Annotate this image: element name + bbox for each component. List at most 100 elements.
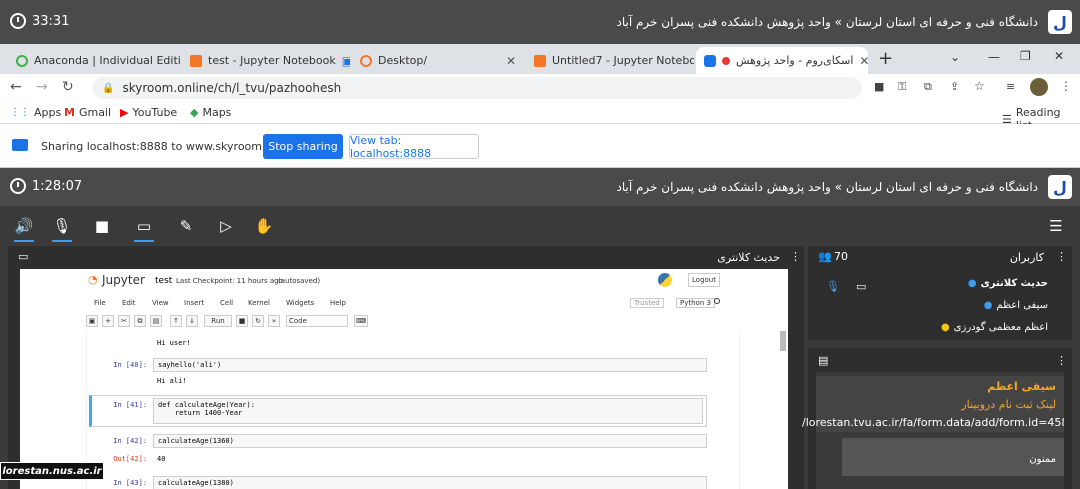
panel-menu-icon[interactable]: ⋮	[1056, 354, 1067, 367]
kernel-indicator: Python 3	[676, 298, 715, 308]
jupyter-logo-icon: ◔	[88, 273, 98, 286]
menu-kernel[interactable]: Kernel	[248, 299, 270, 307]
forward-icon[interactable]: →	[36, 79, 48, 95]
apps-grid-icon: ⋮⋮	[10, 107, 30, 118]
panel-menu-icon[interactable]: ⋮	[1056, 250, 1067, 263]
chat-message: سیفی اعظم لینک ثبت نام دروبینار /loresta…	[802, 376, 1064, 432]
chat-icon: ▤	[818, 354, 829, 367]
reload-icon[interactable]: ↻	[62, 79, 74, 95]
hamburger-menu-icon[interactable]: ☰	[1046, 216, 1066, 236]
key-icon[interactable]: ⚿	[898, 80, 906, 94]
anaconda-icon	[16, 54, 28, 67]
logout-button[interactable]: Logout	[688, 273, 720, 287]
brush-icon[interactable]: ✎	[176, 216, 196, 236]
code-cell[interactable]: calculateAge(1380)	[153, 476, 707, 489]
cell-type-select[interactable]: Code	[286, 315, 348, 327]
stop-sharing-button[interactable]: Stop sharing	[263, 134, 343, 159]
jupyter-toolbar: ▣ + ✂ ⧉ ▤ ↑ ↓ Run ■ ↻ » Code ⌨	[86, 315, 740, 329]
tab-untitled7[interactable]: Untitled7 - Jupyter Notebook✕	[526, 47, 694, 74]
code-cell[interactable]: sayhello('ali')	[153, 358, 707, 372]
code-cell[interactable]: def calculateAge(Year): return 1400-Year	[153, 398, 703, 424]
menu-cell[interactable]: Cell	[220, 299, 233, 307]
session-timer: 33:31	[10, 13, 69, 29]
notebook-name[interactable]: test	[155, 276, 172, 286]
university-logo-icon: ل	[1048, 10, 1072, 34]
video-camera-icon[interactable]: ■	[92, 216, 112, 236]
session-timer: 1:28:07	[10, 178, 82, 194]
view-tab-button[interactable]: View tab: localhost:8888	[349, 134, 479, 160]
panel-menu-icon[interactable]: ⋮	[790, 250, 801, 263]
menu-widgets[interactable]: Widgets	[286, 299, 314, 307]
media-icon[interactable]: ≡	[1006, 80, 1015, 93]
tab-label: Anaconda | Individual Edition	[34, 54, 180, 67]
user-item[interactable]: سیفی اعظم ●	[984, 300, 1048, 311]
camera-icon[interactable]: ■	[874, 80, 884, 93]
user-icon: ●	[967, 278, 977, 289]
menu-file[interactable]: File	[94, 299, 106, 307]
menu-insert[interactable]: Insert	[184, 299, 204, 307]
run-button[interactable]: Run	[204, 315, 232, 327]
speaker-icon[interactable]: 🔊	[14, 216, 34, 242]
chat-text: لینک ثبت نام دروبینار	[961, 398, 1056, 411]
bookmarks-bar: ⋮⋮Apps MGmail ▶YouTube ◆Maps ☰Reading li…	[0, 102, 1080, 132]
translate-icon[interactable]: ⧉	[924, 80, 932, 94]
add-cell-icon[interactable]: +	[102, 315, 114, 327]
tab-skyroom[interactable]: اسکای‌روم - واحد پژوهش ✕	[696, 47, 868, 74]
scrollbar[interactable]	[780, 331, 786, 351]
chat-link[interactable]: /lorestan.tvu.ac.ir/fa/form.data/add/for…	[802, 416, 1064, 429]
cut-icon[interactable]: ✂	[118, 315, 130, 327]
url-field[interactable]: 🔒 skyroom.online/ch/l_tvu/pazhoohesh	[92, 77, 862, 99]
clock-icon	[10, 178, 26, 194]
cell-output: Hi user!	[157, 339, 191, 347]
screen-share-icon[interactable]: ▭	[134, 216, 154, 242]
autosaved-text: (autosaved)	[278, 277, 321, 285]
tab-test-notebook[interactable]: test - Jupyter Notebook ▣	[182, 47, 350, 74]
close-icon[interactable]: ✕	[859, 54, 868, 68]
play-media-icon[interactable]: ▷	[216, 216, 236, 236]
fast-forward-icon[interactable]: »	[268, 315, 280, 327]
timer-text: 33:31	[32, 13, 70, 29]
new-tab-icon[interactable]: +	[878, 48, 893, 69]
screen-share-bar: Sharing localhost:8888 to www.skyroom.on…	[0, 124, 1080, 168]
cell-output: Hi ali!	[157, 377, 187, 385]
tab-desktop[interactable]: Desktop/ ✕	[352, 47, 524, 74]
bookmark-gmail[interactable]: M Gmail	[64, 106, 111, 119]
clock-icon	[10, 13, 26, 29]
move-up-icon[interactable]: ↑	[170, 315, 182, 327]
stop-icon[interactable]: ■	[236, 315, 248, 327]
share-icon[interactable]: ⇪	[950, 80, 959, 93]
menu-dots-icon[interactable]: ⋮	[1060, 79, 1072, 93]
move-down-icon[interactable]: ↓	[186, 315, 198, 327]
close-icon[interactable]: ✕	[506, 54, 516, 68]
back-icon[interactable]: ←	[10, 79, 22, 95]
notebook-cells: Hi user! In [40]: sayhello('ali') Hi ali…	[86, 331, 740, 489]
restart-icon[interactable]: ↻	[252, 315, 264, 327]
chevron-down-icon[interactable]: ⌄	[950, 50, 960, 64]
menu-help[interactable]: Help	[330, 299, 346, 307]
microphone-icon[interactable]: 🎙	[52, 216, 72, 242]
gmail-icon: M	[64, 106, 75, 119]
restore-icon[interactable]: ❐	[1020, 49, 1031, 63]
copy-icon[interactable]: ⧉	[134, 315, 146, 327]
bookmark-apps[interactable]: ⋮⋮ Apps	[10, 106, 61, 119]
window-close-icon[interactable]: ✕	[1054, 49, 1064, 63]
bookmark-youtube[interactable]: ▶ YouTube	[120, 106, 177, 119]
tab-anaconda[interactable]: Anaconda | Individual Edition✕	[8, 47, 180, 74]
user-item[interactable]: حدیث کلانتری ●	[968, 278, 1048, 289]
star-icon[interactable]: ☆	[974, 79, 985, 93]
paste-icon[interactable]: ▤	[150, 315, 162, 327]
code-cell[interactable]: calculateAge(1360)	[153, 434, 707, 448]
keyboard-icon[interactable]: ⌨	[354, 315, 368, 327]
save-icon[interactable]: ▣	[86, 315, 98, 327]
trusted-badge[interactable]: Trusted	[630, 298, 664, 308]
monitor-icon: ▭	[856, 280, 867, 293]
profile-avatar[interactable]	[1030, 78, 1048, 96]
minimize-icon[interactable]: —	[988, 50, 1000, 64]
raise-hand-icon[interactable]: ✋	[254, 216, 274, 236]
menu-edit[interactable]: Edit	[122, 299, 136, 307]
presenter-name: حدیث کلانتری	[717, 251, 780, 264]
menu-view[interactable]: View	[152, 299, 169, 307]
bookmark-maps[interactable]: ◆ Maps	[190, 106, 231, 119]
lock-icon: 🔒	[102, 82, 115, 94]
user-item[interactable]: اعظم معظمی گودرزی ●	[941, 322, 1048, 333]
